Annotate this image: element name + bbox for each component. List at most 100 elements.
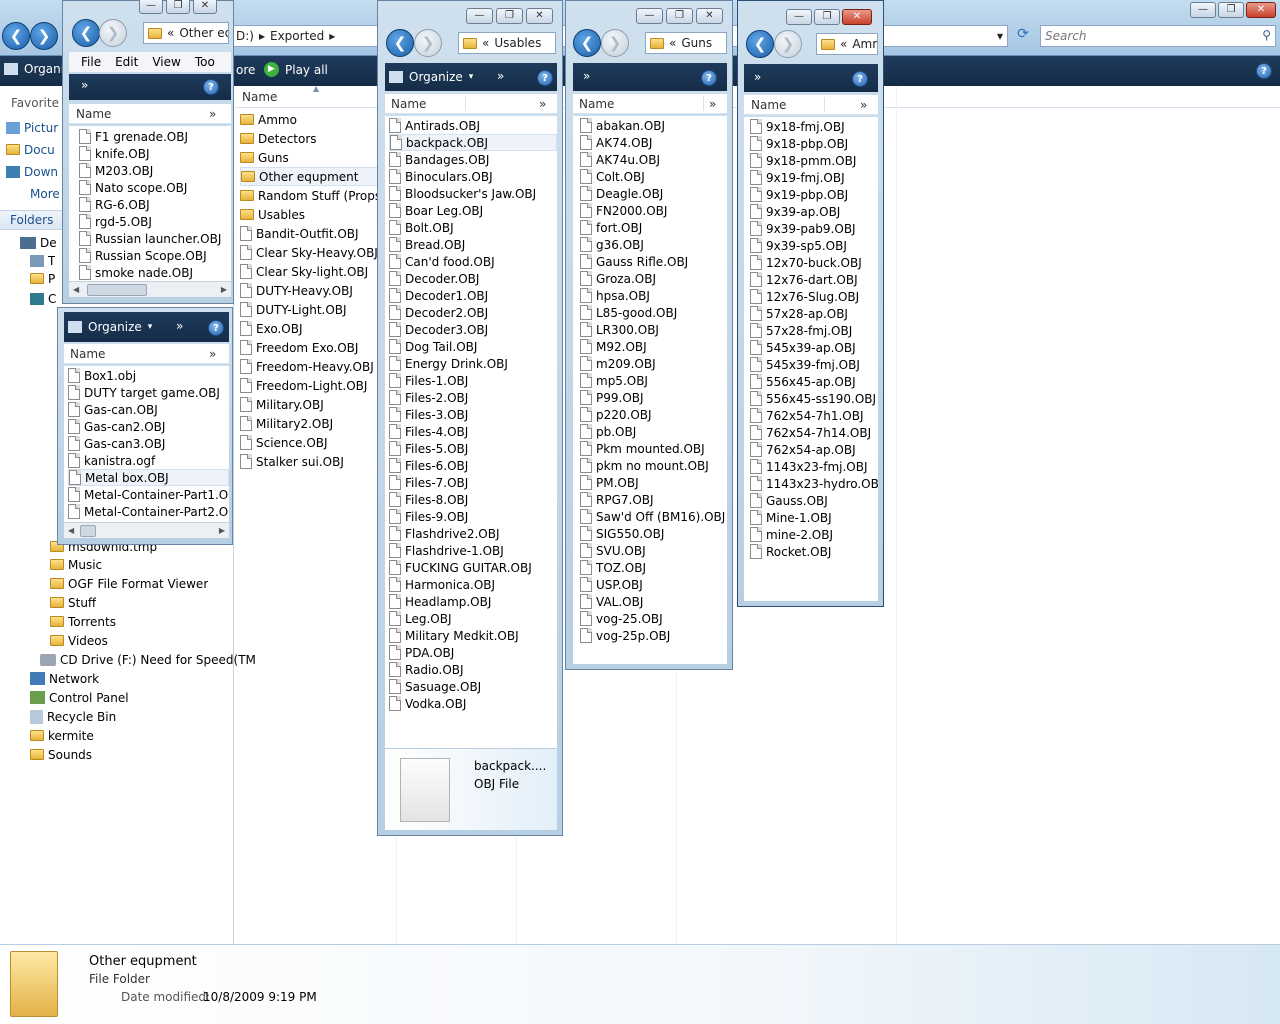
file-item[interactable]: Colt.OBJ <box>580 168 727 185</box>
file-item[interactable]: Metal-Container-Part1.OBJ <box>68 486 229 503</box>
scroll-thumb[interactable] <box>80 524 96 537</box>
file-item[interactable]: Saw'd Off (BM16).OBJ <box>580 508 727 525</box>
file-item[interactable]: Gauss.OBJ <box>750 492 878 509</box>
file-item[interactable]: 762x54-7h1.OBJ <box>750 407 878 424</box>
folder-item[interactable]: Random Stuff (Props) <box>240 186 380 205</box>
more-columns-icon[interactable]: » <box>209 347 216 361</box>
favorite-link[interactable]: Pictur <box>6 119 58 136</box>
scroll-left-icon[interactable]: ◀ <box>68 526 74 535</box>
file-item[interactable]: vog-25.OBJ <box>580 610 727 627</box>
file-item[interactable]: abakan.OBJ <box>580 117 727 134</box>
file-item[interactable]: L85-good.OBJ <box>580 304 727 321</box>
back-button[interactable]: ❮ <box>746 30 774 58</box>
guns-address-box[interactable]: « Guns <box>645 32 727 54</box>
back-button[interactable]: ❮ <box>72 19 100 47</box>
ammo-address-box[interactable]: « Amm <box>816 33 878 55</box>
file-item[interactable]: 9x39-ap.OBJ <box>750 203 878 220</box>
file-item[interactable]: Files-4.OBJ <box>389 423 557 440</box>
file-item[interactable]: Bolt.OBJ <box>389 219 557 236</box>
search-input[interactable]: Search ⚲ <box>1040 25 1276 47</box>
menu-view[interactable]: View <box>152 55 180 69</box>
folder-item[interactable]: Ammo <box>240 110 380 129</box>
menu-edit[interactable]: Edit <box>115 55 138 69</box>
column-name-header[interactable]: Name <box>391 97 426 111</box>
organize-button[interactable]: Organi <box>4 62 64 76</box>
forward-button[interactable]: ❯ <box>414 29 442 57</box>
tree-item[interactable]: Torrents <box>50 613 116 630</box>
more-columns-icon[interactable]: » <box>860 98 867 112</box>
other-column-header[interactable]: Name » <box>69 104 231 124</box>
file-item[interactable]: mp5.OBJ <box>580 372 727 389</box>
more-chevron-icon[interactable]: » <box>81 78 88 92</box>
file-item[interactable]: Military.OBJ <box>240 395 380 414</box>
file-item[interactable]: Groza.OBJ <box>580 270 727 287</box>
file-item[interactable]: Military2.OBJ <box>240 414 380 433</box>
tree-item[interactable]: CD Drive (F:) Need for Speed(TM <box>40 651 256 668</box>
folder-item[interactable]: Guns <box>240 148 380 167</box>
file-item[interactable]: 556x45-ss190.OBJ <box>750 390 878 407</box>
help-icon[interactable]: ? <box>701 70 717 86</box>
file-item[interactable]: 9x39-pab9.OBJ <box>750 220 878 237</box>
file-item[interactable]: Files-1.OBJ <box>389 372 557 389</box>
more-chevron-icon[interactable]: » <box>583 69 590 83</box>
file-item[interactable]: SIG550.OBJ <box>580 525 727 542</box>
file-item[interactable]: AK74.OBJ <box>580 134 727 151</box>
file-item[interactable]: Gauss Rifle.OBJ <box>580 253 727 270</box>
maximize-button[interactable]: ❐ <box>496 8 523 24</box>
props-column-header[interactable]: Name » <box>64 344 229 364</box>
file-item[interactable]: 545x39-fmj.OBJ <box>750 356 878 373</box>
chevron-right-icon[interactable]: ▸ <box>329 29 335 43</box>
file-item[interactable]: Nato scope.OBJ <box>79 179 231 196</box>
file-item[interactable]: Exo.OBJ <box>240 319 380 338</box>
scroll-right-icon[interactable]: ▶ <box>221 285 227 294</box>
more-columns-icon[interactable]: » <box>539 97 546 111</box>
ammo-column-header[interactable]: Name » <box>744 95 878 115</box>
tree-item[interactable]: Network <box>30 670 99 687</box>
file-item[interactable]: Files-7.OBJ <box>389 474 557 491</box>
file-item[interactable]: 9x39-sp5.OBJ <box>750 237 878 254</box>
maximize-button[interactable]: ❐ <box>814 9 840 25</box>
file-item[interactable]: TOZ.OBJ <box>580 559 727 576</box>
back-button[interactable]: ❮ <box>2 22 30 50</box>
file-item[interactable]: g36.OBJ <box>580 236 727 253</box>
file-item[interactable]: 12x76-dart.OBJ <box>750 271 878 288</box>
file-item[interactable]: 762x54-7h14.OBJ <box>750 424 878 441</box>
file-item[interactable]: m209.OBJ <box>580 355 727 372</box>
search-icon[interactable]: ⚲ <box>1262 28 1271 42</box>
file-item[interactable]: Box1.obj <box>68 367 229 384</box>
file-item[interactable]: Files-6.OBJ <box>389 457 557 474</box>
file-item[interactable]: smoke nade.OBJ <box>79 264 231 281</box>
close-button[interactable]: ✕ <box>1246 2 1276 18</box>
file-item[interactable]: Russian launcher.OBJ <box>79 230 231 247</box>
file-item[interactable]: M92.OBJ <box>580 338 727 355</box>
file-item[interactable]: Boar Leg.OBJ <box>389 202 557 219</box>
chevron-right-icon[interactable]: ▸ <box>259 29 265 43</box>
tree-item[interactable]: P <box>30 270 55 287</box>
minimize-button[interactable]: — <box>1190 2 1216 18</box>
guns-column-header[interactable]: Name » <box>573 94 727 114</box>
favorite-link[interactable]: Down <box>6 163 58 180</box>
column-name-header[interactable]: Name <box>751 98 786 112</box>
file-item[interactable]: Freedom-Heavy.OBJ <box>240 357 380 376</box>
file-item[interactable]: AK74u.OBJ <box>580 151 727 168</box>
help-icon[interactable]: ? <box>537 70 553 86</box>
usables-column-header[interactable]: Name » <box>385 94 557 114</box>
file-item[interactable]: knife.OBJ <box>79 145 231 162</box>
file-item[interactable]: vog-25p.OBJ <box>580 627 727 644</box>
other-address-box[interactable]: « Other eq <box>143 22 229 44</box>
file-item[interactable]: Harmonica.OBJ <box>389 576 557 593</box>
tree-item[interactable]: T <box>30 252 55 269</box>
file-item[interactable]: 762x54-ap.OBJ <box>750 441 878 458</box>
file-item[interactable]: Bloodsucker's Jaw.OBJ <box>389 185 557 202</box>
back-button[interactable]: ❮ <box>573 29 601 57</box>
file-item[interactable]: RG-6.OBJ <box>79 196 231 213</box>
tree-item[interactable]: Videos <box>50 632 108 649</box>
tree-item[interactable]: kermite <box>30 727 94 744</box>
back-button[interactable]: ❮ <box>386 29 414 57</box>
file-item[interactable]: Military Medkit.OBJ <box>389 627 557 644</box>
file-item[interactable]: backpack.OBJ <box>389 134 557 151</box>
refresh-button[interactable]: ⟳ <box>1012 26 1034 46</box>
play-all-button[interactable]: ▶ Play all <box>264 62 328 77</box>
file-item[interactable]: 9x19-fmj.OBJ <box>750 169 878 186</box>
file-item[interactable]: Files-8.OBJ <box>389 491 557 508</box>
